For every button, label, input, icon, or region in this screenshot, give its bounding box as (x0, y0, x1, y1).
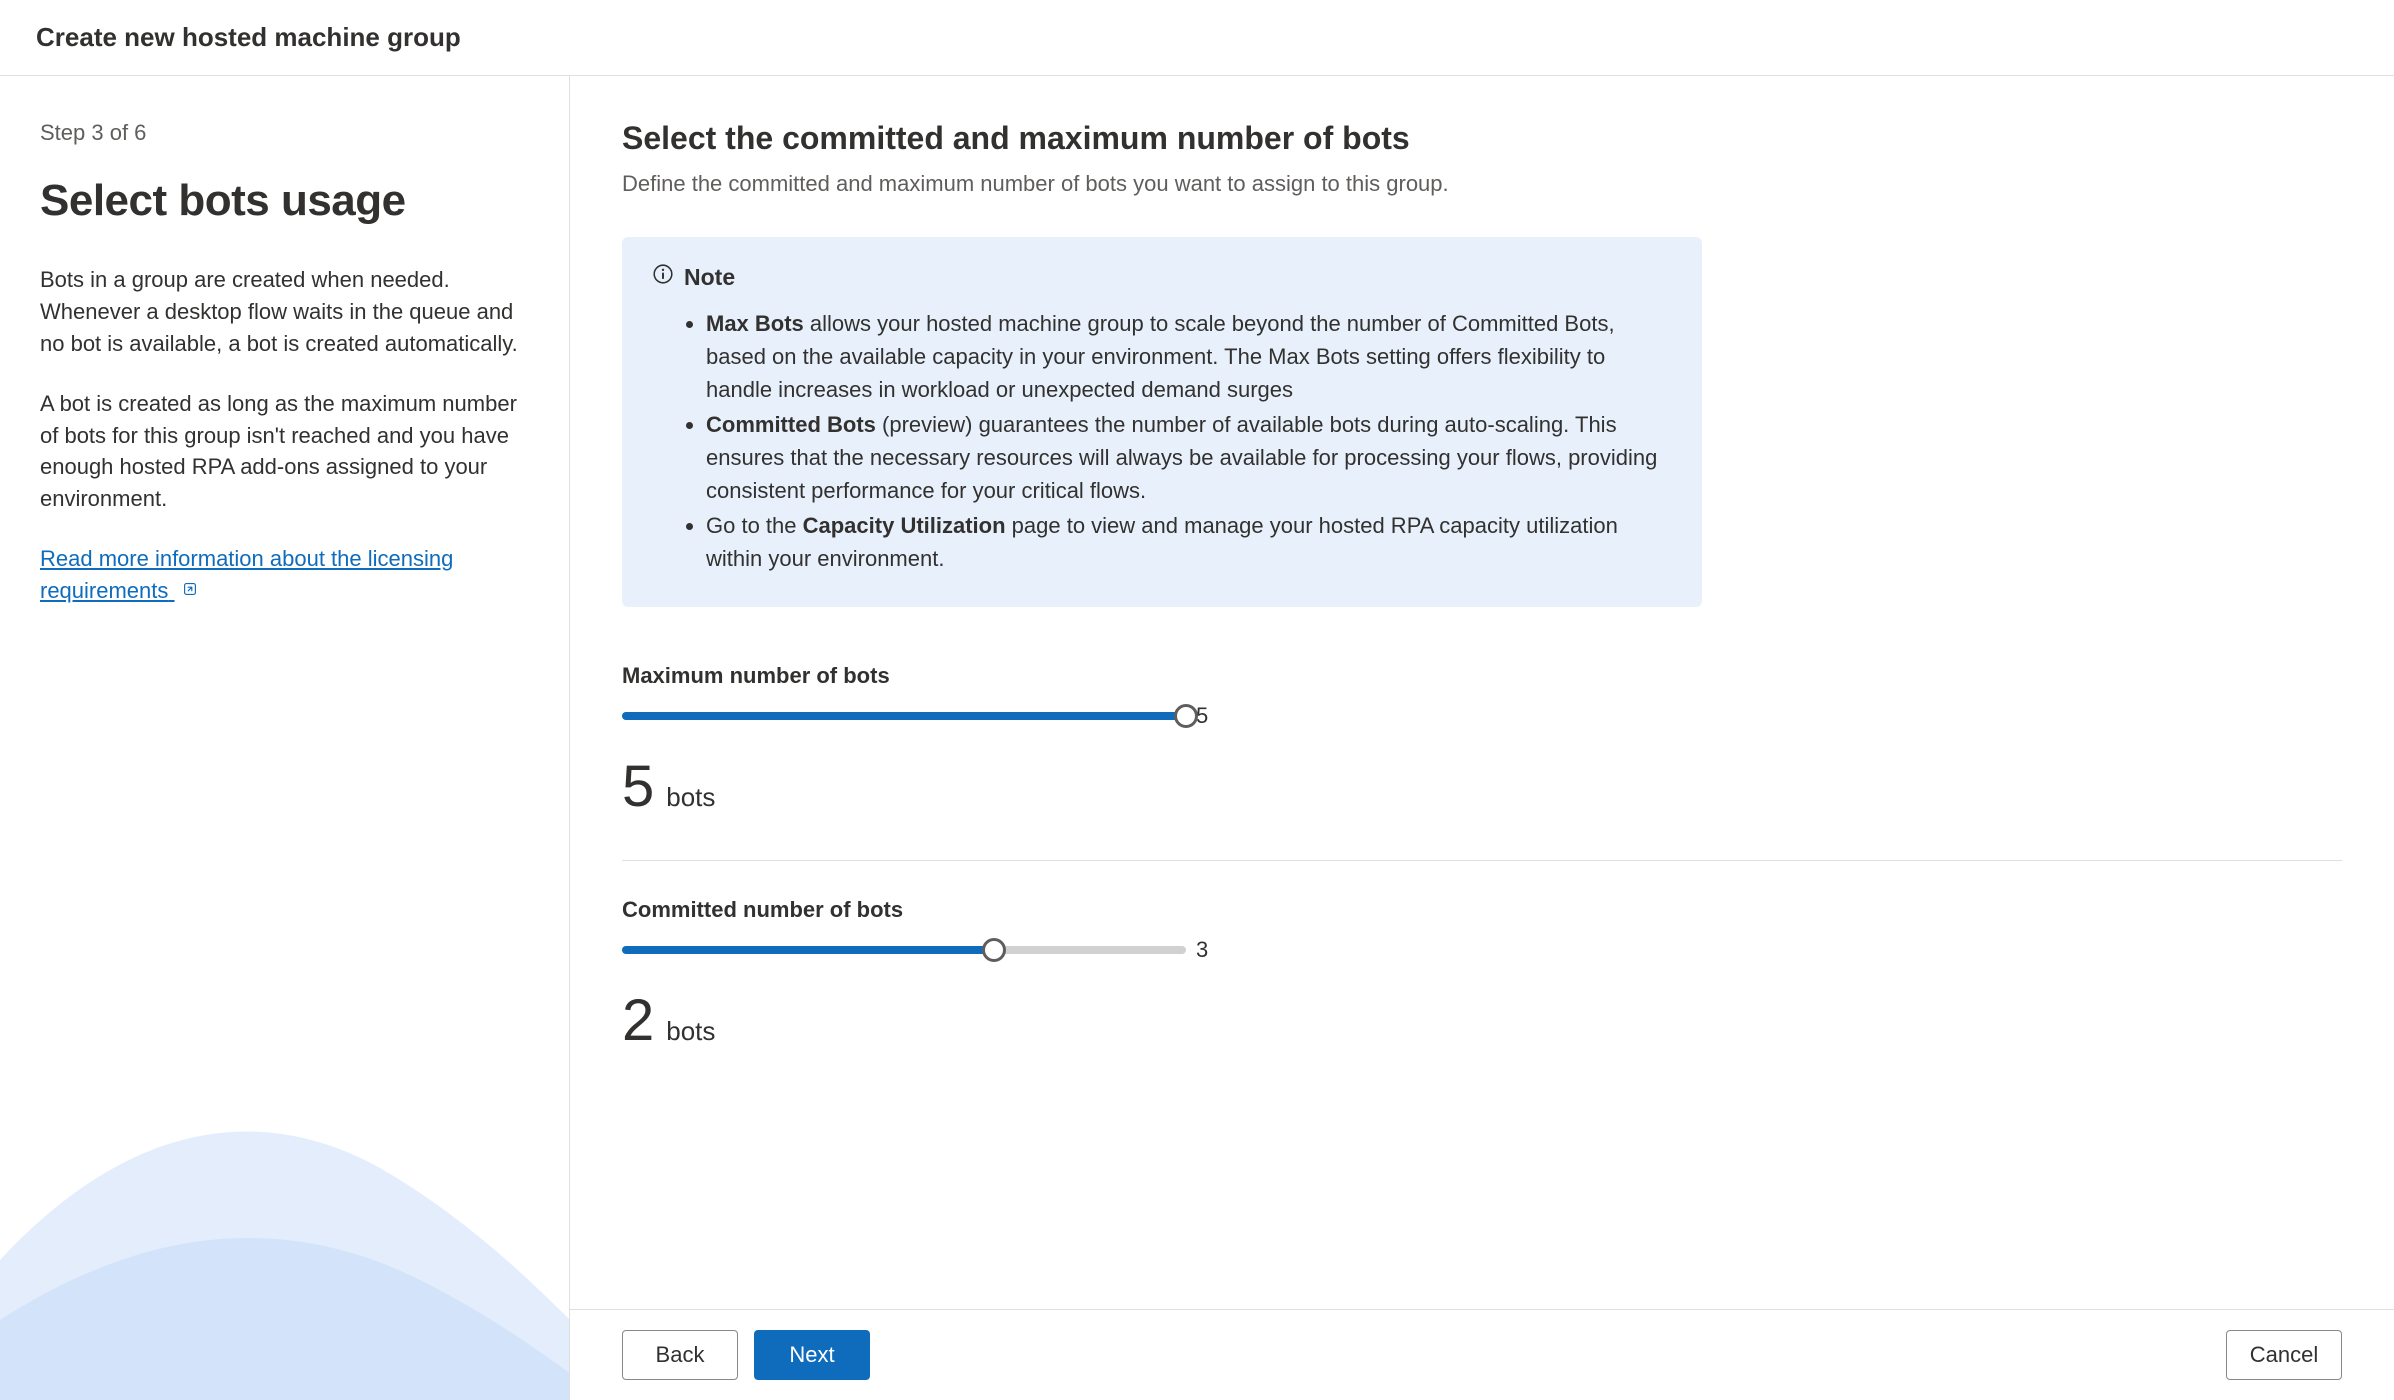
note-label: Note (684, 264, 735, 291)
max-bots-section: Maximum number of bots 5 5 bots (622, 663, 2342, 861)
committed-bots-section: Committed number of bots 3 2 bots (622, 897, 2342, 1094)
committed-bots-value: 2 (622, 987, 654, 1054)
max-bots-value: 5 (622, 753, 654, 820)
max-bots-unit: bots (666, 782, 715, 813)
page-title: Create new hosted machine group (36, 22, 461, 52)
main-subtitle: Define the committed and maximum number … (622, 171, 2342, 197)
licensing-link-text: Read more information about the licensin… (40, 546, 453, 603)
licensing-link[interactable]: Read more information about the licensin… (40, 546, 453, 603)
next-button[interactable]: Next (754, 1330, 870, 1380)
info-icon (652, 263, 674, 291)
sidebar-description-1: Bots in a group are created when needed.… (40, 264, 529, 360)
committed-bots-label: Committed number of bots (622, 897, 2342, 923)
sidebar-title: Select bots usage (40, 176, 529, 226)
footer: Back Next Cancel (570, 1309, 2394, 1400)
external-link-icon (181, 575, 199, 607)
sidebar-description-2: A bot is created as long as the maximum … (40, 388, 529, 516)
committed-bots-slider-thumb[interactable] (982, 938, 1006, 962)
decorative-wave (0, 980, 570, 1400)
committed-bots-unit: bots (666, 1016, 715, 1047)
main-title: Select the committed and maximum number … (622, 120, 2342, 157)
note-list: Max Bots allows your hosted machine grou… (652, 307, 1672, 575)
note-item-capacity: Go to the Capacity Utilization page to v… (706, 509, 1672, 575)
committed-bots-slider[interactable] (622, 946, 1186, 954)
committed-bots-max-value: 3 (1196, 937, 1208, 963)
page-header: Create new hosted machine group (0, 0, 2394, 76)
step-indicator: Step 3 of 6 (40, 120, 529, 146)
note-item-committed-bots: Committed Bots (preview) guarantees the … (706, 408, 1672, 507)
max-bots-slider[interactable] (622, 712, 1186, 720)
max-bots-slider-thumb[interactable] (1174, 704, 1198, 728)
main-panel: Select the committed and maximum number … (570, 76, 2394, 1400)
note-box: Note Max Bots allows your hosted machine… (622, 237, 1702, 607)
cancel-button[interactable]: Cancel (2226, 1330, 2342, 1380)
sidebar: Step 3 of 6 Select bots usage Bots in a … (0, 76, 570, 1400)
back-button[interactable]: Back (622, 1330, 738, 1380)
note-item-max-bots: Max Bots allows your hosted machine grou… (706, 307, 1672, 406)
max-bots-label: Maximum number of bots (622, 663, 2342, 689)
